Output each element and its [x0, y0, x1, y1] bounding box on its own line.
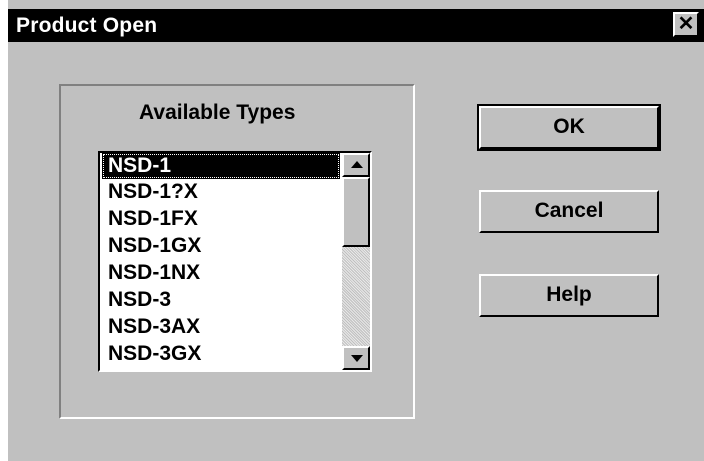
- list-item[interactable]: NSD-3AX: [102, 314, 340, 340]
- scroll-down-button[interactable]: [342, 346, 370, 370]
- list-item[interactable]: NSD-3GX: [102, 341, 340, 367]
- help-button[interactable]: Help: [479, 274, 659, 317]
- scroll-thumb[interactable]: [342, 177, 370, 247]
- list-item[interactable]: NSD-3: [102, 287, 340, 313]
- arrow-up-icon: [351, 161, 363, 168]
- list-item[interactable]: NSD-1FX: [102, 206, 340, 232]
- types-list: NSD-1 NSD-1?X NSD-1FX NSD-1GX NSD-1NX NS…: [100, 153, 342, 370]
- list-item[interactable]: NSD-1GX: [102, 233, 340, 259]
- title-bar[interactable]: Product Open: [8, 9, 704, 42]
- window-title: Product Open: [16, 14, 158, 37]
- scroll-up-button[interactable]: [342, 153, 370, 177]
- available-types-label: Available Types: [139, 101, 296, 124]
- list-item[interactable]: NSD-1?X: [102, 179, 340, 205]
- close-button[interactable]: ✕: [673, 12, 699, 37]
- arrow-down-icon: [351, 355, 363, 362]
- vertical-scrollbar[interactable]: [342, 153, 370, 370]
- list-item[interactable]: NSD-1: [102, 153, 340, 179]
- types-listbox[interactable]: NSD-1 NSD-1?X NSD-1FX NSD-1GX NSD-1NX NS…: [98, 151, 372, 372]
- ok-button[interactable]: OK: [477, 104, 661, 151]
- list-item[interactable]: NSD-1NX: [102, 260, 340, 286]
- cancel-button[interactable]: Cancel: [479, 190, 659, 233]
- close-icon: ✕: [677, 13, 695, 35]
